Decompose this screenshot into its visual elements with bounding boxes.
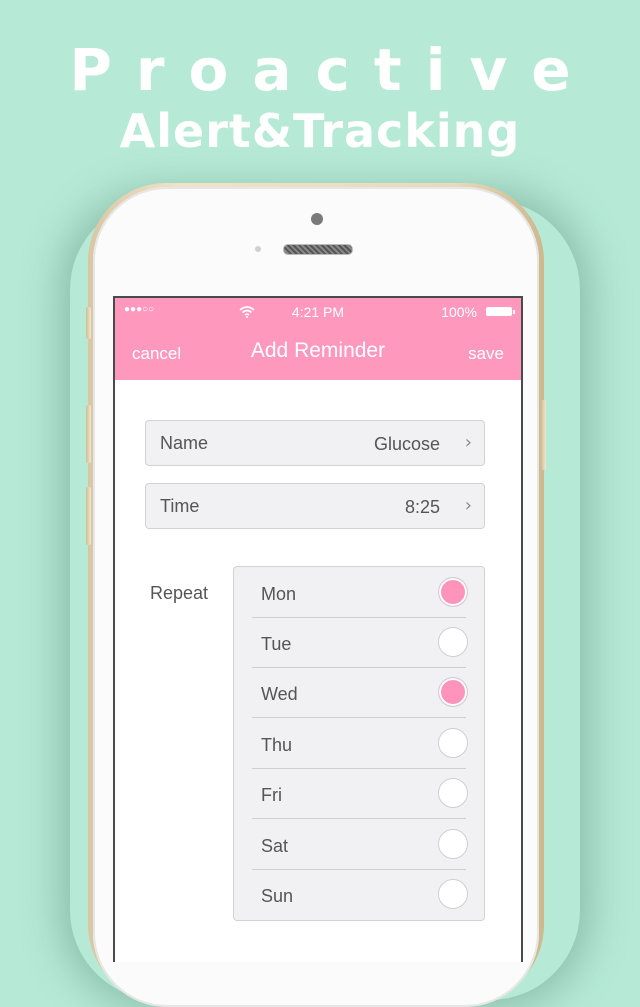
day-label: Sun <box>261 886 294 906</box>
mute-switch <box>86 307 91 339</box>
navigation-bar: ●●●○○ 4:21 PM 100% cancel Add Reminder s… <box>115 298 521 380</box>
day-row-mon[interactable]: Mon <box>252 567 468 618</box>
status-bar: ●●●○○ 4:21 PM 100% <box>115 303 521 323</box>
time-field[interactable]: Time 8:25 › <box>145 483 485 529</box>
app-screen: ●●●○○ 4:21 PM 100% cancel Add Reminder s… <box>113 296 523 962</box>
front-camera <box>311 213 323 225</box>
volume-down-button <box>86 487 91 545</box>
earpiece-speaker <box>283 244 353 255</box>
proximity-sensor <box>255 246 261 252</box>
day-toggle-tue[interactable] <box>438 627 468 657</box>
day-toggle-sat[interactable] <box>438 829 468 859</box>
battery-icon <box>486 307 515 316</box>
chevron-right-icon: › <box>464 495 472 516</box>
day-toggle-thu[interactable] <box>438 728 468 758</box>
day-row-sat[interactable]: Sat <box>252 819 468 870</box>
day-row-sun[interactable]: Sun <box>252 869 468 919</box>
power-button <box>541 400 546 470</box>
day-row-thu[interactable]: Thu <box>252 718 468 769</box>
day-toggle-wed[interactable] <box>438 677 468 707</box>
day-label: Mon <box>261 584 297 604</box>
day-label: Tue <box>261 634 292 654</box>
battery-percent: 100% <box>441 304 477 320</box>
time-label: Time <box>160 496 200 516</box>
day-row-wed[interactable]: Wed <box>252 667 468 718</box>
day-row-fri[interactable]: Fri <box>252 768 468 819</box>
page-title: Add Reminder <box>250 339 386 362</box>
day-label: Fri <box>261 785 282 805</box>
day-toggle-mon[interactable] <box>438 577 468 607</box>
day-toggle-sun[interactable] <box>438 879 468 909</box>
name-field[interactable]: Name Glucose › <box>145 420 485 466</box>
time-value: 8:25 <box>404 497 440 517</box>
name-value: Glucose <box>373 434 440 454</box>
save-button[interactable]: save <box>468 344 504 364</box>
day-label: Wed <box>261 684 298 704</box>
volume-up-button <box>86 405 91 463</box>
day-label: Sat <box>261 836 289 856</box>
repeat-label: Repeat <box>150 583 209 603</box>
day-label: Thu <box>261 735 293 755</box>
chevron-right-icon: › <box>464 432 472 453</box>
day-toggle-fri[interactable] <box>438 778 468 808</box>
promo-headline-line2: Alert&Tracking <box>119 104 521 158</box>
promo-headline-line1: Proactive <box>69 36 595 104</box>
name-label: Name <box>160 433 209 453</box>
day-row-tue[interactable]: Tue <box>252 617 468 668</box>
repeat-day-list: Mon Tue Wed Thu Fri Sat Sun <box>233 566 485 921</box>
